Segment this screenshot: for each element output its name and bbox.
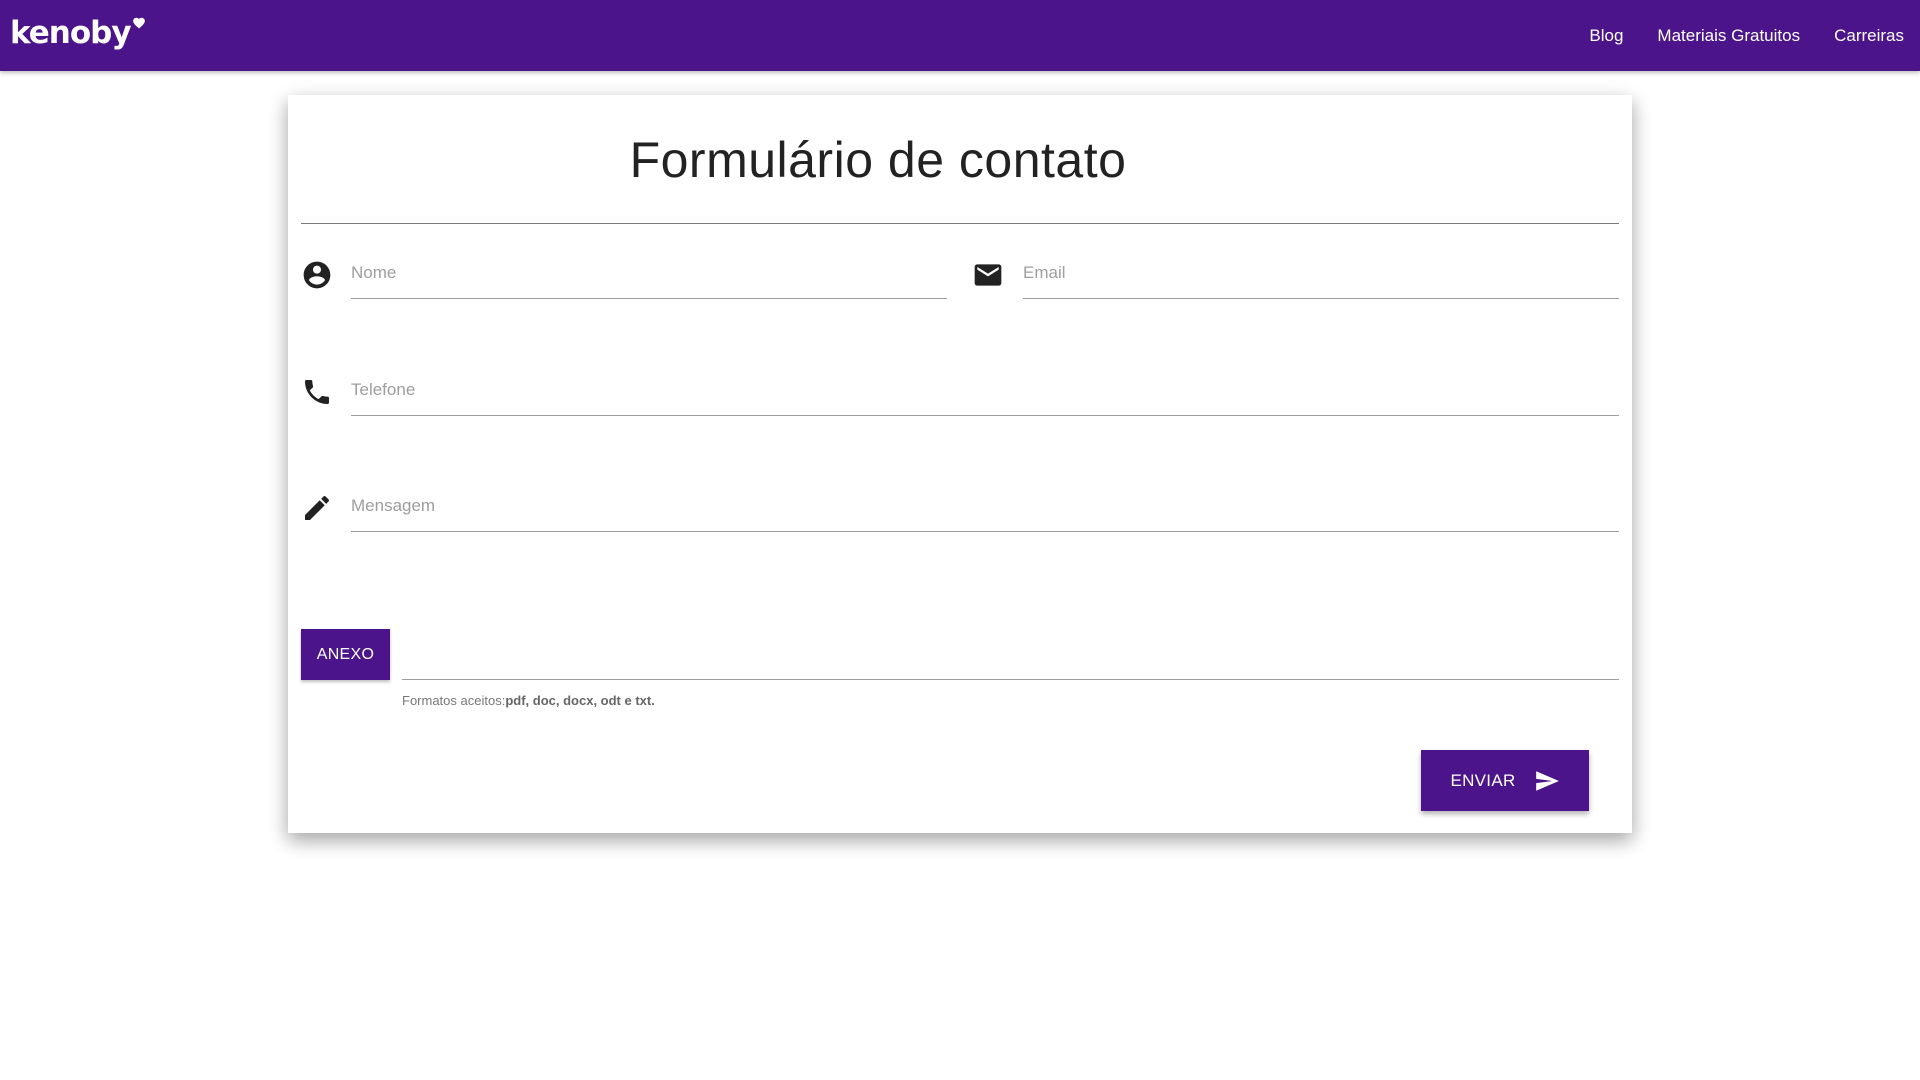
pencil-icon (301, 492, 333, 524)
brand-name: kenoby (10, 15, 132, 51)
nav-links: Blog Materiais Gratuitos Carreiras (1555, 26, 1904, 46)
attach-file-button[interactable]: ANEXO (301, 629, 390, 680)
nav-link-carreiras[interactable]: Carreiras (1834, 26, 1904, 46)
account-circle-icon (301, 259, 333, 291)
send-button-label: ENVIAR (1450, 770, 1516, 790)
nav-link-materiais-gratuitos[interactable]: Materiais Gratuitos (1657, 26, 1800, 46)
phone-input[interactable] (351, 374, 1619, 416)
brand-logo[interactable]: kenoby (10, 18, 146, 49)
accepted-formats-note: Formatos aceitos:pdf, doc, docx, odt e t… (402, 693, 655, 708)
page-title: Formulário de contato (629, 132, 1127, 188)
accepted-formats-list: pdf, doc, docx, odt e txt. (505, 693, 655, 708)
name-input[interactable] (351, 257, 947, 299)
contact-form-card: Formulário de contato ANEXO Formatos ace… (288, 95, 1632, 833)
phone-icon (301, 376, 333, 408)
send-button[interactable]: ENVIAR (1421, 750, 1589, 811)
send-icon (1535, 770, 1559, 791)
accepted-formats-label: Formatos aceitos: (402, 693, 506, 708)
email-input[interactable] (1023, 257, 1619, 299)
file-path-input[interactable] (402, 637, 1619, 680)
email-icon (972, 259, 1004, 291)
message-input[interactable] (351, 490, 1619, 532)
title-divider (301, 223, 1619, 224)
top-navbar: kenoby Blog Materiais Gratuitos Carreira… (0, 0, 1920, 71)
nav-link-blog[interactable]: Blog (1589, 26, 1623, 46)
heart-icon (132, 17, 145, 29)
